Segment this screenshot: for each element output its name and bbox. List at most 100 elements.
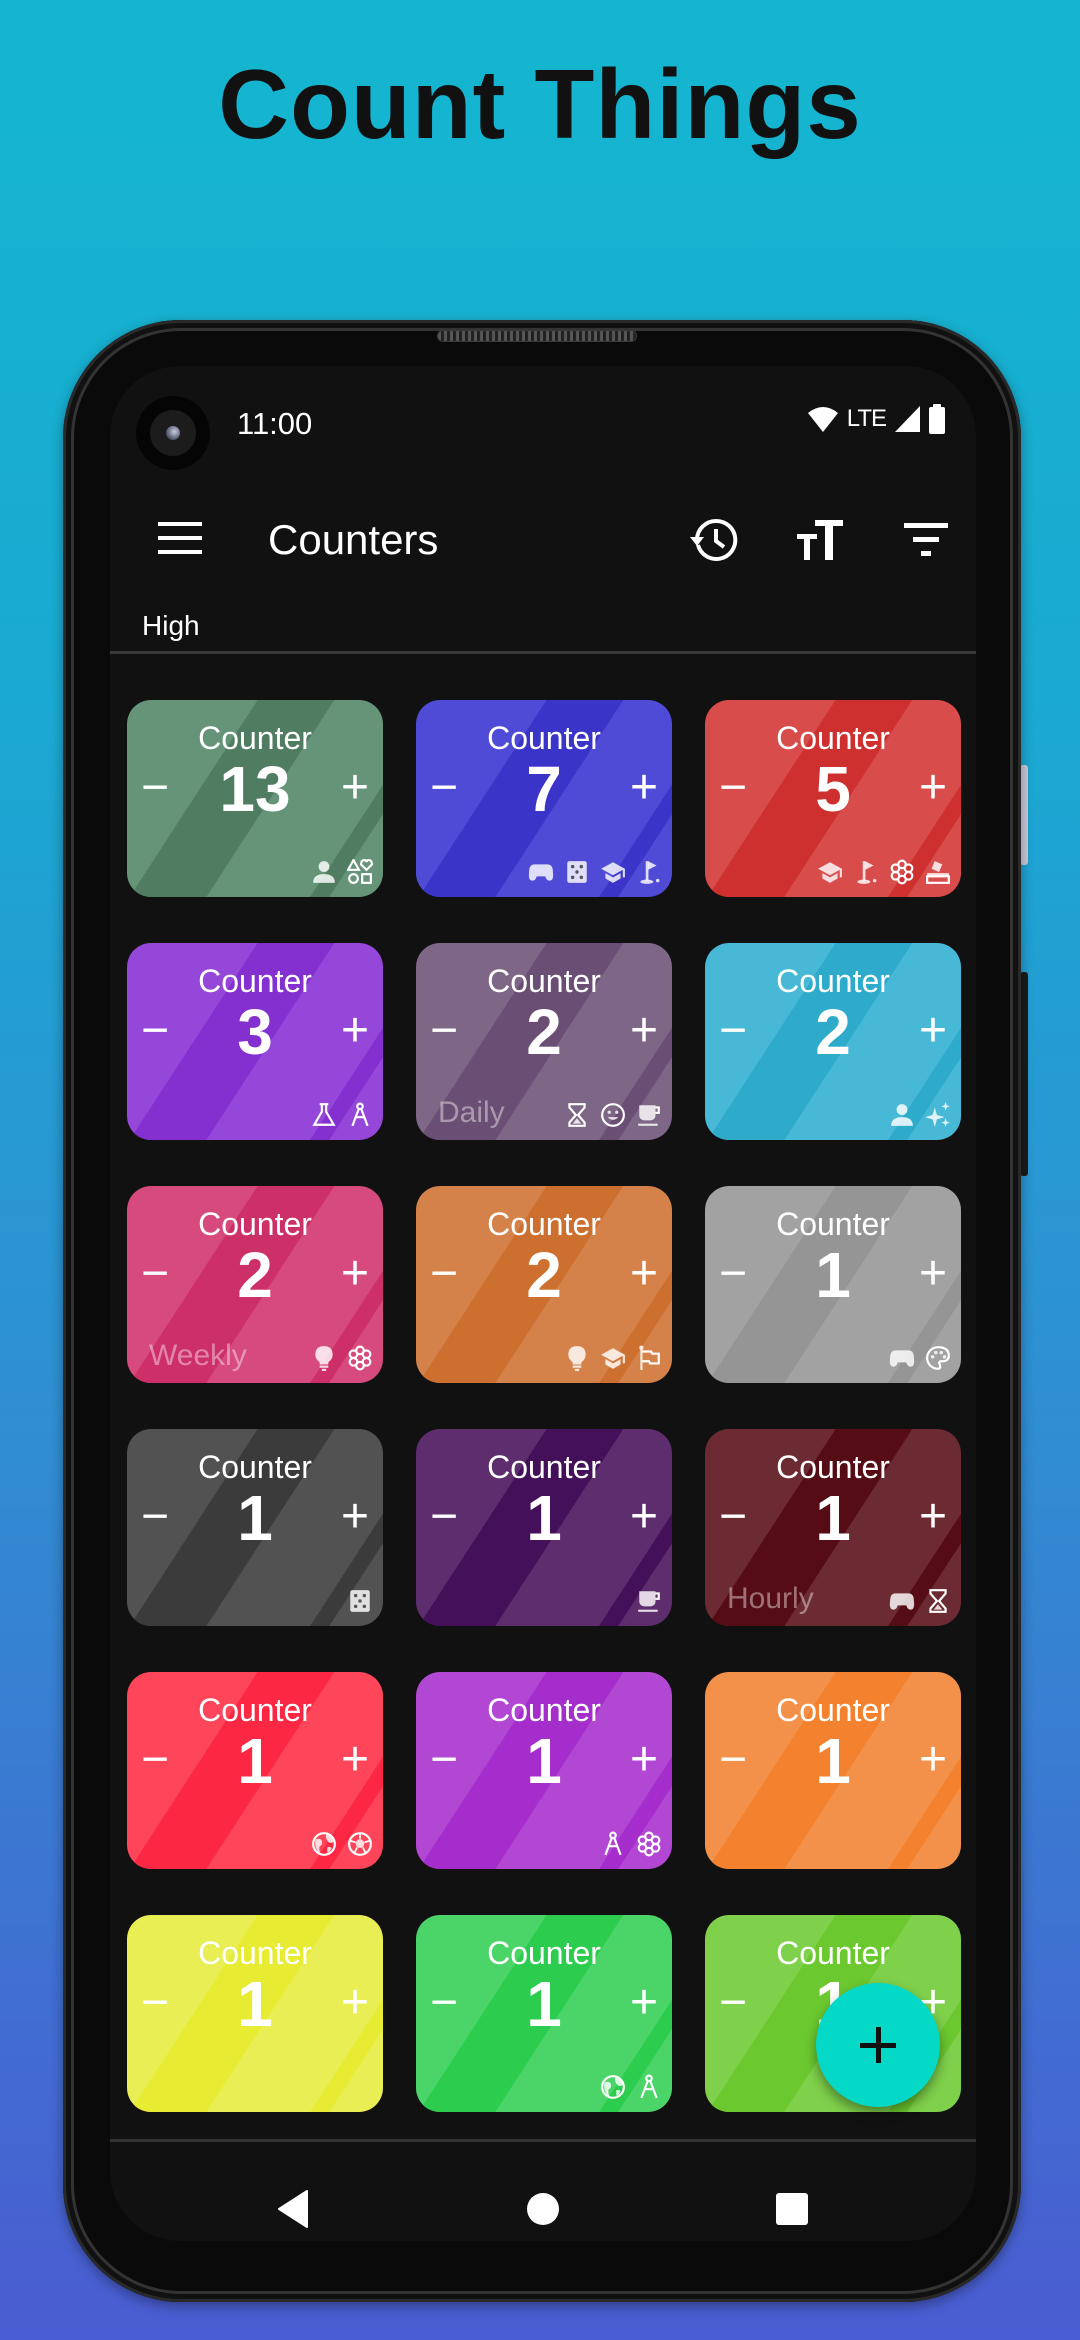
counter-tag-icons (600, 2074, 662, 2100)
counter-card[interactable]: Counter −5 + (705, 700, 961, 897)
coffee-icon (638, 1105, 660, 1126)
counter-label: Counter (487, 1935, 601, 1971)
counter-label: Counter (776, 1206, 890, 1242)
dice-icon (567, 861, 587, 883)
battery-icon (929, 404, 945, 434)
counter-card[interactable]: Counter −2 + (416, 1186, 672, 1383)
counter-tag-icons (817, 859, 951, 885)
counter-tag-icons (889, 1345, 951, 1371)
app-bar-title: Counters (268, 516, 439, 563)
dice-icon (350, 1590, 370, 1612)
back-icon[interactable] (260, 2176, 326, 2241)
counter-tag-icons (528, 859, 662, 885)
sparkle-icon (925, 1102, 950, 1127)
counter-card[interactable]: Counter−1+ (127, 1429, 383, 1626)
counter-label: Counter (198, 720, 312, 756)
counter-tag-icons (564, 1345, 662, 1371)
compass-icon (351, 1102, 369, 1127)
counter-card[interactable]: Counter −2 + Daily (416, 943, 672, 1140)
flower-icon (637, 1831, 661, 1857)
increment-button[interactable]: + (341, 764, 369, 812)
hamburger-menu-icon[interactable] (154, 518, 206, 558)
counter-card[interactable]: Counter−1+ (127, 1915, 383, 2112)
counter-card[interactable]: Counter−1+ (705, 1186, 961, 1383)
history-icon[interactable] (686, 514, 742, 566)
counter-card[interactable]: Counter −2 + (705, 943, 961, 1140)
reset-frequency: Daily (438, 1096, 505, 1129)
counter-card[interactable]: Counter −2 + Weekly (127, 1186, 383, 1383)
plus-icon (860, 2027, 896, 2063)
counter-card[interactable]: Counter −1 + Hourly (705, 1429, 961, 1626)
counter-card[interactable]: Counter−1+ (416, 1672, 672, 1869)
counter-card[interactable]: Counter −7 + (416, 700, 672, 897)
shapes-icon (347, 859, 373, 884)
globe-icon (312, 1832, 336, 1856)
golf-icon (857, 861, 877, 884)
counter-card[interactable]: Counter−1+ (416, 1915, 672, 2112)
increment-button[interactable]: + (630, 1736, 658, 1784)
counter-label: Counter (776, 720, 890, 756)
increment-button[interactable]: + (630, 764, 658, 812)
increment-button[interactable]: + (341, 1736, 369, 1784)
increment-button[interactable]: + (630, 1493, 658, 1541)
counter-tag-icons (311, 1102, 373, 1128)
counter-label: Counter (487, 1692, 601, 1728)
globe-icon (601, 2075, 625, 2099)
volume-button (1020, 972, 1028, 1176)
counter-label: Counter (198, 963, 312, 999)
counter-label: Counter (487, 1449, 601, 1485)
counter-tag-icons (564, 1102, 662, 1128)
wifi-icon (807, 407, 838, 432)
front-camera (136, 396, 210, 470)
section-label: High (142, 610, 200, 641)
increment-button[interactable]: + (341, 1250, 369, 1298)
counter-tag-icons (311, 1345, 373, 1371)
increment-button[interactable]: + (341, 1979, 369, 2027)
increment-button[interactable]: + (919, 1736, 947, 1784)
smile-icon (601, 1103, 625, 1127)
filter-icon[interactable] (898, 518, 954, 562)
golf-icon (640, 861, 660, 884)
gamepad-icon (889, 1593, 915, 1610)
counter-label: Counter (198, 1206, 312, 1242)
counter-card[interactable]: Counter−1+ (416, 1429, 672, 1626)
school-icon (601, 862, 625, 883)
compass-icon (640, 2074, 658, 2099)
counter-card[interactable]: Counter−1+ (705, 1672, 961, 1869)
compass-icon (604, 1831, 622, 1856)
increment-button[interactable]: + (919, 764, 947, 812)
counter-label: Counter (198, 1449, 312, 1485)
increment-button[interactable]: + (630, 1250, 658, 1298)
soccer-icon (348, 1832, 372, 1856)
lightbulb-icon (568, 1346, 586, 1371)
status-time: 11:00 (237, 406, 313, 441)
lightbulb-icon (315, 1346, 333, 1371)
increment-button[interactable]: + (341, 1493, 369, 1541)
counter-card[interactable]: Counter −13 + (127, 700, 383, 897)
counter-label: Counter (487, 963, 601, 999)
status-icons: LTE (807, 404, 946, 434)
counter-tag-icons (311, 1831, 373, 1857)
increment-button[interactable]: + (919, 1493, 947, 1541)
school-icon (601, 1348, 625, 1369)
increment-button[interactable]: + (630, 1007, 658, 1055)
increment-button[interactable]: + (919, 1007, 947, 1055)
network-type: LTE (846, 405, 887, 432)
counter-card[interactable]: Counter −3 + (127, 943, 383, 1140)
increment-button[interactable]: + (919, 1250, 947, 1298)
section-divider (110, 651, 976, 654)
add-counter-button[interactable] (816, 1983, 940, 2107)
increment-button[interactable]: + (630, 1979, 658, 2027)
increment-button[interactable]: + (341, 1007, 369, 1055)
recents-icon[interactable] (759, 2176, 825, 2241)
counter-label: Counter (776, 1449, 890, 1485)
flower-icon (348, 1345, 372, 1371)
text-size-icon[interactable] (792, 516, 848, 564)
counter-card[interactable]: Counter−1+ (127, 1672, 383, 1869)
flask-icon (312, 1103, 336, 1126)
school-icon (818, 862, 842, 883)
hourglass-icon (568, 1103, 586, 1127)
reset-frequency: Hourly (727, 1582, 814, 1615)
counter-label: Counter (487, 1206, 601, 1242)
home-icon[interactable] (510, 2176, 576, 2241)
